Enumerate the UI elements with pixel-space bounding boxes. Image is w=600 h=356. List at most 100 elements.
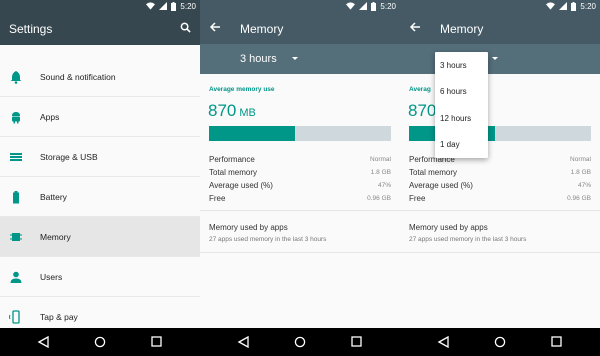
stat-row: Performance Normal — [209, 153, 391, 166]
settings-item-memory[interactable]: Memory — [0, 217, 200, 257]
memory-used-by-apps[interactable]: Memory used by apps 27 apps used memory … — [209, 223, 326, 243]
memory-usage-fill — [209, 126, 295, 141]
clock: 5:20 — [180, 1, 196, 11]
stat-row: Free 0.96 GB — [409, 192, 591, 205]
stat-value: Normal — [370, 156, 391, 163]
stat-key: Total memory — [209, 168, 258, 177]
stat-key: Free — [409, 194, 426, 203]
stat-key: Free — [209, 194, 226, 203]
apps-title: Memory used by apps — [209, 223, 288, 232]
recents-nav-icon[interactable] — [551, 336, 562, 347]
stat-value: 47% — [577, 182, 591, 189]
app-bar: Settings — [0, 12, 200, 45]
nav-bar — [200, 328, 400, 356]
settings-item-label: Sound & notification — [40, 71, 116, 82]
search-icon[interactable] — [180, 22, 191, 33]
person-icon — [10, 271, 22, 283]
home-nav-icon[interactable] — [294, 336, 306, 348]
settings-item-label: Tap & pay — [40, 311, 78, 322]
stat-value: 0.96 GB — [367, 195, 391, 202]
settings-item-sound[interactable]: Sound & notification — [0, 57, 200, 97]
settings-item-label: Battery — [40, 191, 67, 202]
chevron-down-icon — [292, 57, 298, 60]
recents-nav-icon[interactable] — [351, 336, 362, 347]
battery-status-icon — [171, 1, 177, 11]
stat-row: Total memory 1.8 GB — [409, 166, 591, 179]
chevron-down-icon — [492, 57, 498, 60]
memory-panel: 5:20 Memory 3 hours Average memory use 8… — [200, 0, 400, 356]
apps-subtitle: 27 apps used memory in the last 3 hours — [409, 236, 527, 243]
memory-icon — [10, 233, 22, 241]
memory-dropdown-panel: 5:20 Memory Averag 870 Performance Normal… — [400, 0, 600, 356]
page-title: Memory — [440, 22, 484, 36]
signal-icon — [559, 2, 568, 10]
stat-value: 47% — [377, 182, 391, 189]
settings-item-users[interactable]: Users — [0, 257, 200, 297]
wifi-icon — [546, 2, 556, 10]
battery-icon — [13, 191, 19, 204]
status-bar: 5:20 — [200, 0, 400, 12]
stat-value: 1.8 GB — [370, 169, 391, 176]
signal-icon — [159, 2, 168, 10]
divider — [200, 252, 400, 253]
home-nav-icon[interactable] — [494, 336, 506, 348]
stat-key: Performance — [209, 155, 255, 164]
average-memory-label: Averag — [409, 86, 431, 93]
settings-item-storage[interactable]: Storage & USB — [0, 137, 200, 177]
clock: 5:20 — [380, 1, 396, 11]
back-nav-icon[interactable] — [238, 336, 249, 348]
memory-used-by-apps[interactable]: Memory used by apps 27 apps used memory … — [409, 223, 526, 243]
stat-value: 1.8 GB — [570, 169, 591, 176]
stat-key: Average used (%) — [409, 181, 473, 190]
time-range-spinner[interactable] — [400, 44, 600, 74]
dropdown-option-12-hours[interactable]: 12 hours — [435, 105, 488, 132]
settings-item-label: Users — [40, 271, 63, 282]
spinner-value: 3 hours — [240, 53, 277, 65]
time-range-spinner[interactable]: 3 hours — [200, 44, 400, 74]
storage-icon — [10, 153, 22, 161]
stat-row: Average used (%) 47% — [409, 179, 591, 192]
page-title: Settings — [9, 22, 53, 36]
back-arrow-icon[interactable] — [209, 21, 221, 33]
dropdown-option-3-hours[interactable]: 3 hours — [435, 52, 488, 79]
stat-row: Total memory 1.8 GB — [209, 166, 391, 179]
avg-unit: MB — [239, 107, 256, 119]
settings-item-apps[interactable]: Apps — [0, 97, 200, 137]
stat-key: Average used (%) — [209, 181, 273, 190]
page-title: Memory — [240, 22, 284, 36]
average-memory-label: Average memory use — [209, 86, 275, 93]
tap-pay-icon — [9, 310, 20, 324]
battery-status-icon — [571, 1, 577, 11]
back-nav-icon[interactable] — [38, 336, 49, 348]
apps-title: Memory used by apps — [409, 223, 488, 232]
stat-row: Free 0.96 GB — [209, 192, 391, 205]
divider — [200, 210, 400, 211]
stat-row: Average used (%) 47% — [209, 179, 391, 192]
nav-bar — [0, 328, 200, 356]
recents-nav-icon[interactable] — [151, 336, 162, 347]
wifi-icon — [146, 2, 156, 10]
average-memory-value: 870 MB — [208, 101, 256, 121]
memory-stats: Performance Normal Total memory 1.8 GB Ave… — [409, 153, 591, 205]
apps-subtitle: 27 apps used memory in the last 3 hours — [209, 236, 327, 243]
settings-item-battery[interactable]: Battery — [0, 177, 200, 217]
settings-list: Sound & notification Apps Storage & USB … — [0, 57, 200, 337]
signal-icon — [359, 2, 368, 10]
home-nav-icon[interactable] — [94, 336, 106, 348]
settings-item-label: Storage & USB — [40, 151, 98, 162]
wifi-icon — [346, 2, 356, 10]
dropdown-option-6-hours[interactable]: 6 hours — [435, 79, 488, 106]
app-bar: Memory — [400, 12, 600, 44]
memory-usage-bar — [209, 126, 391, 141]
dropdown-option-1-day[interactable]: 1 day — [435, 132, 488, 159]
battery-status-icon — [371, 1, 377, 11]
back-arrow-icon[interactable] — [409, 21, 421, 33]
settings-item-label: Memory — [40, 231, 71, 242]
nav-bar — [400, 328, 600, 356]
memory-stats: Performance Normal Total memory 1.8 GB Ave… — [209, 153, 391, 205]
settings-panel: 5:20 Settings Sound & notification Apps … — [0, 0, 200, 356]
status-bar: 5:20 — [400, 0, 600, 12]
back-nav-icon[interactable] — [438, 336, 449, 348]
status-bar: 5:20 — [0, 0, 200, 12]
android-icon — [12, 112, 20, 124]
